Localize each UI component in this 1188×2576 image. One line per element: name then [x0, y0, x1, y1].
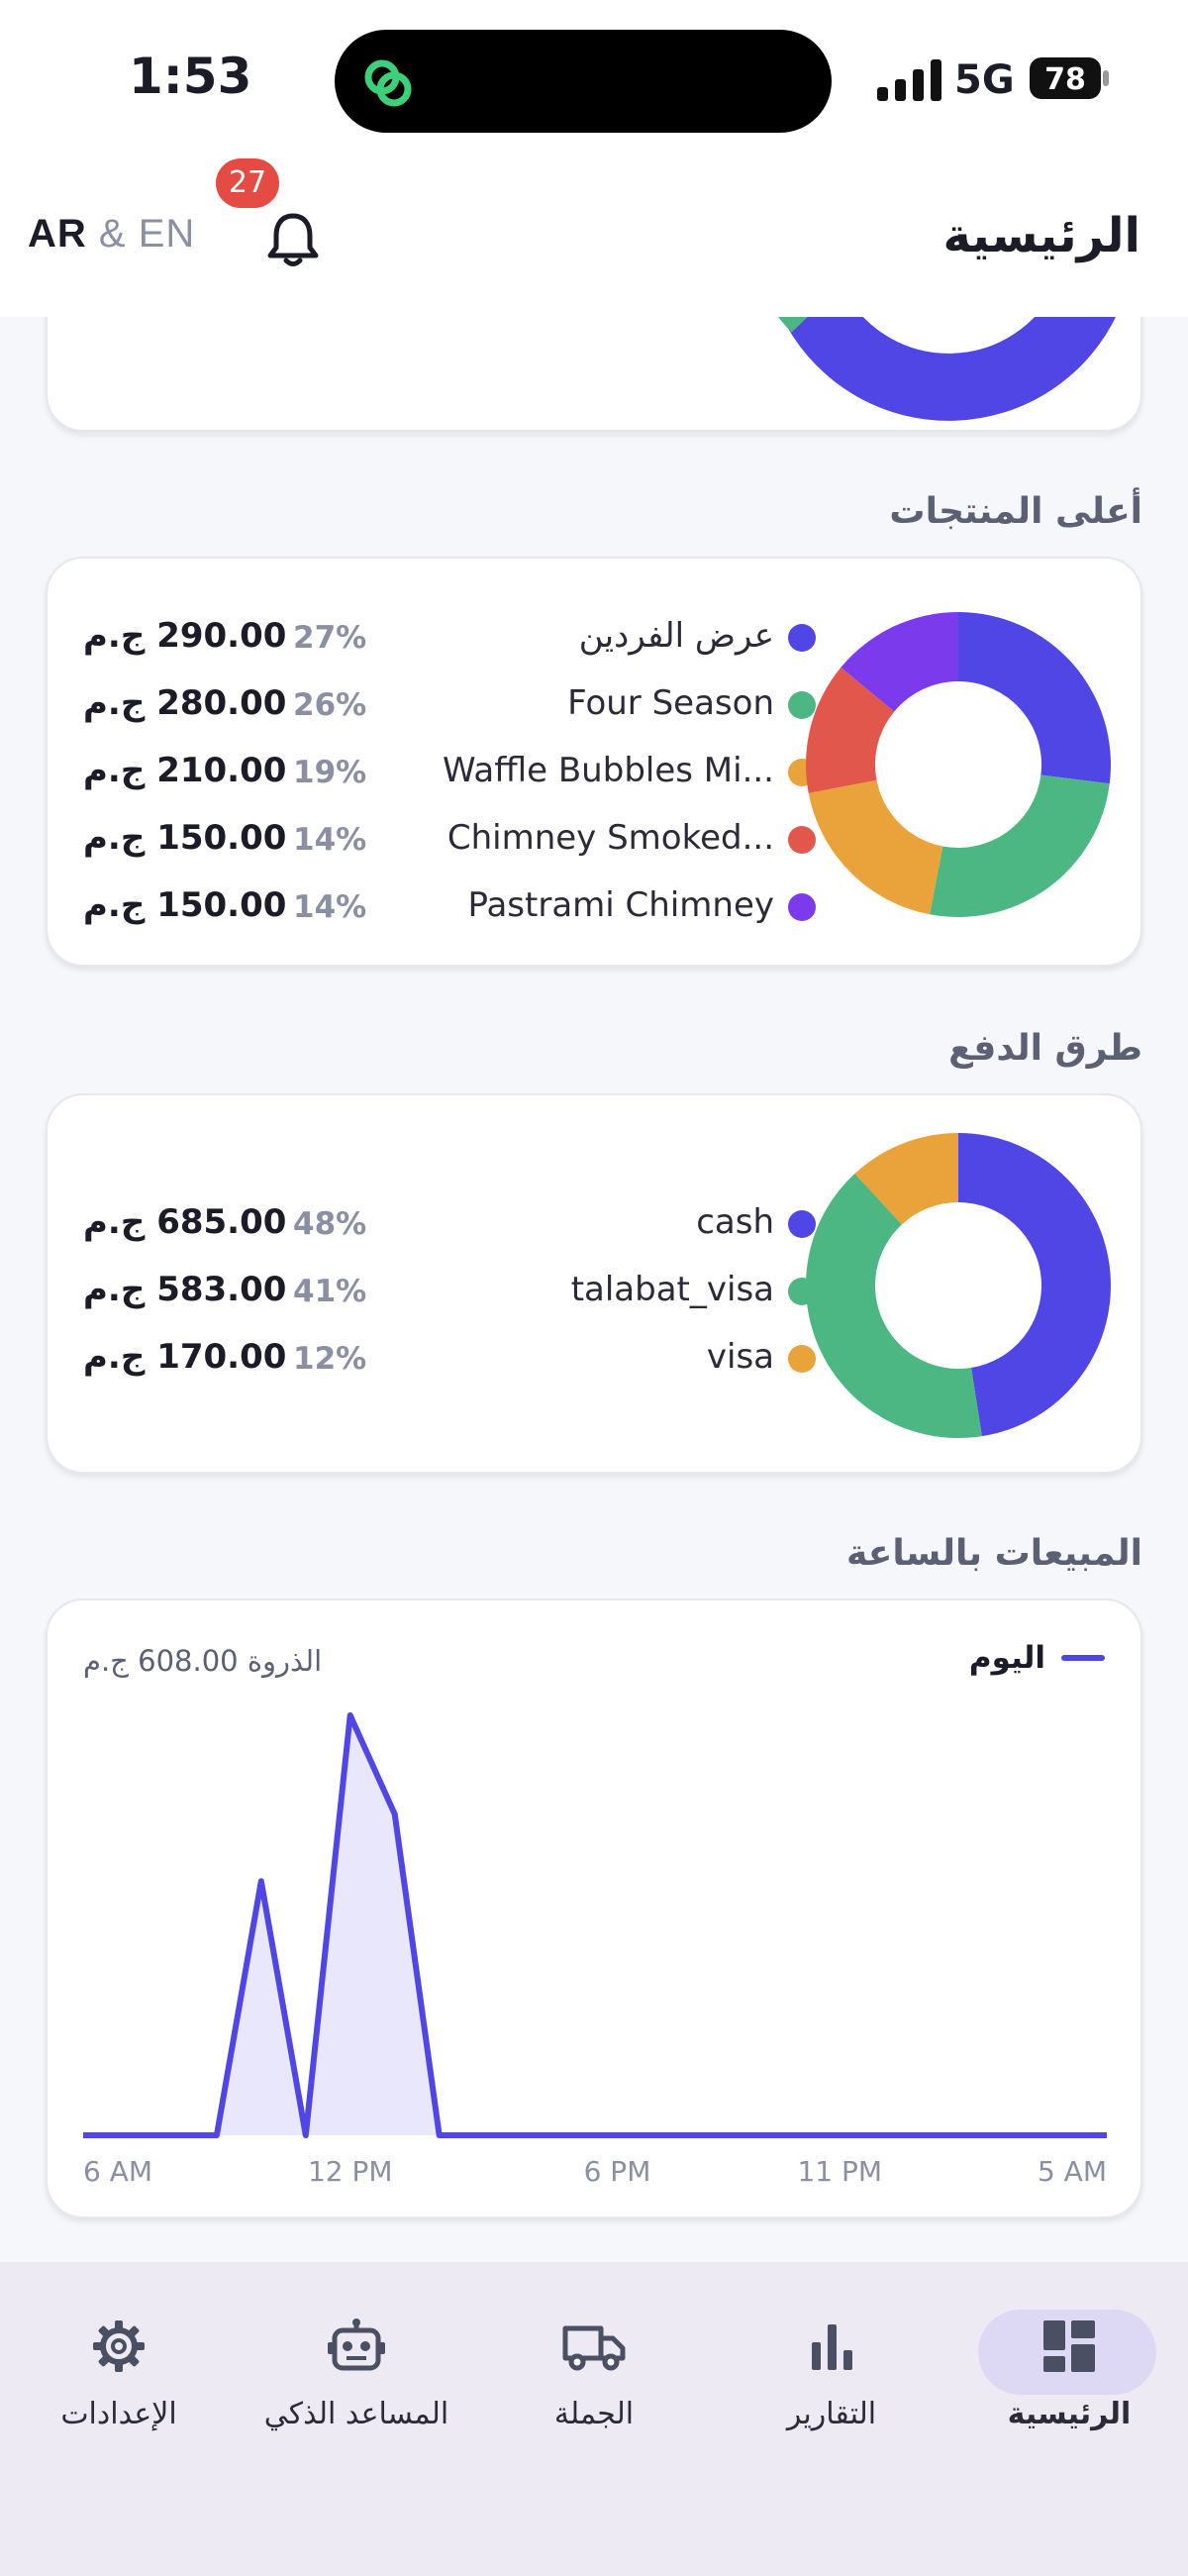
- lang-ar: AR: [28, 212, 87, 256]
- donut-slice: [958, 612, 1111, 784]
- payment-percent: 41%: [293, 1274, 367, 1309]
- product-name: Chimney Smoked...: [446, 818, 774, 858]
- product-percent: 14%: [293, 822, 367, 858]
- bottom-navigation: الرئيسية التقارير الجملة المساعد الذكي ا…: [0, 2262, 1188, 2576]
- gear-icon: [93, 2320, 145, 2372]
- truck-icon: [562, 2325, 626, 2371]
- language-toggle[interactable]: AR & EN: [28, 212, 195, 257]
- lang-en: & EN: [98, 212, 196, 256]
- top-products-title: أعلى المنتجات: [889, 491, 1142, 532]
- payment-amount: 170.00 ج.م: [83, 1337, 287, 1377]
- x-tick-label: 6 PM: [584, 2155, 651, 2188]
- nav-label: الإعدادات: [60, 2397, 177, 2431]
- hourly-sales-title: المبيعات بالساعة: [845, 1533, 1142, 1574]
- payment-percent: 12%: [293, 1341, 367, 1377]
- status-bar: 1:53 5G 78: [0, 0, 1188, 158]
- product-amount: 290.00 ج.م: [83, 616, 287, 656]
- app-header: AR & EN 27 الرئيسية: [0, 158, 1188, 317]
- product-row: 150.00 ج.م 14% Pastrami Chimney: [83, 877, 816, 937]
- nav-assistant[interactable]: المساعد الذكي: [257, 2304, 455, 2462]
- payment-row: 170.00 ج.م 12% visa: [83, 1329, 816, 1389]
- product-amount: 280.00 ج.م: [83, 683, 287, 723]
- nav-label: الجملة: [553, 2397, 635, 2431]
- x-tick-label: 6 AM: [83, 2155, 152, 2188]
- battery-icon: 78: [1030, 57, 1109, 99]
- nav-wholesale[interactable]: الجملة: [495, 2304, 693, 2462]
- x-tick-label: 12 PM: [308, 2155, 393, 2188]
- nav-home[interactable]: الرئيسية: [970, 2304, 1168, 2462]
- product-amount: 150.00 ج.م: [83, 818, 287, 858]
- bell-icon: [267, 213, 319, 266]
- nav-reports[interactable]: التقارير: [733, 2304, 931, 2462]
- product-percent: 19%: [293, 755, 367, 790]
- payment-methods-card: 685.00 ج.م 48% cash 583.00 ج.م 41% talabat_vi…: [46, 1093, 1142, 1474]
- link-icon: [364, 59, 412, 107]
- payment-name: talabat_visa: [570, 1270, 774, 1309]
- battery-level: 78: [1044, 62, 1086, 97]
- dashboard-icon: [1043, 2320, 1095, 2372]
- payment-amount: 685.00 ج.م: [83, 1202, 287, 1242]
- network-type: 5G: [954, 57, 1015, 103]
- product-row: 280.00 ج.م 26% Four Season: [83, 675, 816, 735]
- donut-slice: [808, 779, 943, 915]
- nav-label: التقارير: [786, 2397, 877, 2431]
- payment-methods-title: طرق الدفع: [948, 1028, 1142, 1069]
- payment-methods-donut: [806, 1133, 1111, 1438]
- product-name: عرض الفردين: [578, 616, 774, 656]
- product-amount: 210.00 ج.م: [83, 751, 287, 790]
- product-row: 290.00 ج.م 27% عرض الفردين: [83, 608, 816, 668]
- donut-slice: [930, 774, 1110, 917]
- x-tick-label: 11 PM: [797, 2155, 882, 2188]
- payment-name: visa: [706, 1337, 774, 1377]
- dynamic-island: [335, 30, 832, 133]
- top-products-card: 290.00 ج.م 27% عرض الفردين 280.00 ج.م 26% Fou…: [46, 557, 1142, 967]
- bar-chart-icon: [812, 2324, 852, 2370]
- payment-row: 685.00 ج.م 48% cash: [83, 1194, 816, 1254]
- payment-row: 583.00 ج.م 41% talabat_visa: [83, 1262, 816, 1321]
- notifications-button[interactable]: [265, 210, 321, 273]
- line-area-fill: [83, 1715, 1107, 2135]
- product-percent: 14%: [293, 889, 367, 925]
- x-tick-label: 5 AM: [1038, 2155, 1107, 2188]
- hourly-sales-card: الذروة 608.00 ج.م اليوم 6 AM 12 PM 6 PM 11 …: [46, 1598, 1142, 2218]
- donut-slice: [958, 1133, 1111, 1437]
- payment-name: cash: [696, 1202, 774, 1242]
- payment-percent: 48%: [293, 1206, 367, 1242]
- nav-label: الرئيسية: [1007, 2397, 1132, 2431]
- notification-badge: 27: [216, 158, 279, 208]
- top-products-donut: [806, 612, 1111, 917]
- status-time: 1:53: [129, 48, 252, 105]
- product-amount: 150.00 ج.م: [83, 885, 287, 925]
- signal-icon: [877, 59, 941, 101]
- nav-label: المساعد الذكي: [263, 2397, 449, 2431]
- hourly-sales-chart: 6 AM 12 PM 6 PM 11 PM 5 AM: [83, 1712, 1107, 2188]
- product-row: 210.00 ج.م 19% Waffle Bubbles Mi...: [83, 743, 816, 802]
- robot-icon: [328, 2318, 385, 2371]
- page-title: الرئيسية: [942, 208, 1141, 263]
- product-row: 150.00 ج.م 14% Chimney Smoked...: [83, 810, 816, 870]
- nav-settings[interactable]: الإعدادات: [20, 2304, 218, 2462]
- product-name: Four Season: [567, 683, 774, 723]
- product-name: Waffle Bubbles Mi...: [442, 751, 774, 790]
- product-percent: 27%: [293, 620, 367, 656]
- product-name: Pastrami Chimney: [467, 885, 775, 925]
- product-percent: 26%: [293, 687, 367, 723]
- payment-amount: 583.00 ج.م: [83, 1270, 287, 1309]
